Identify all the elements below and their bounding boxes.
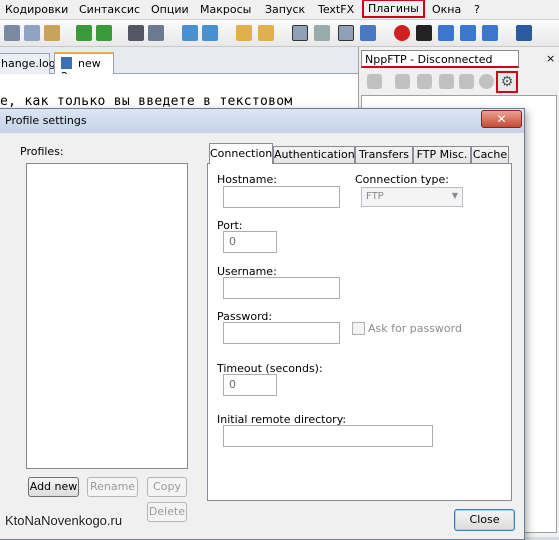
- menu-windows[interactable]: Окна: [432, 3, 461, 16]
- tab-transfers[interactable]: Transfers: [355, 146, 413, 164]
- profiles-label: Profiles:: [20, 145, 64, 158]
- tab-label: hange.log: [1, 57, 56, 70]
- tab-cache[interactable]: Cache: [471, 146, 509, 164]
- menu-textfx[interactable]: TextFX: [318, 3, 354, 16]
- copy-button[interactable]: Copy: [147, 477, 187, 497]
- stop-macro-icon[interactable]: [416, 25, 432, 41]
- indent-guide-icon[interactable]: [338, 25, 354, 41]
- menu-help[interactable]: ?: [474, 3, 480, 16]
- panel-icon[interactable]: [516, 25, 532, 41]
- connect-icon[interactable]: [367, 74, 382, 89]
- document-icon: [61, 57, 72, 69]
- record-macro-icon[interactable]: [394, 25, 410, 41]
- chevron-down-icon: ▼: [451, 191, 458, 200]
- download-icon[interactable]: [417, 74, 432, 89]
- play-macro-icon[interactable]: [438, 25, 454, 41]
- editor-text-line: е, как только вы введете в текстовом: [0, 94, 293, 109]
- dialog-close-icon[interactable]: ✕: [481, 110, 522, 128]
- menu-options[interactable]: Опции: [151, 3, 189, 16]
- find-icon[interactable]: [128, 25, 144, 41]
- upload-icon[interactable]: [395, 74, 410, 89]
- sync-v-icon[interactable]: [236, 25, 252, 41]
- settings-gear-icon[interactable]: ⚙: [496, 71, 518, 93]
- ask-password-label: Ask for password: [368, 322, 462, 335]
- hostname-label: Hostname:: [217, 173, 277, 186]
- replace-icon[interactable]: [148, 25, 164, 41]
- menu-bar: Кодировки Синтаксис Опции Макросы Запуск…: [0, 0, 559, 20]
- copy-icon[interactable]: [24, 25, 40, 41]
- paste-icon[interactable]: [44, 25, 60, 41]
- close-button[interactable]: Close: [454, 509, 515, 531]
- dialog-titlebar[interactable]: Profile settings ✕: [0, 109, 524, 133]
- tab-change-log[interactable]: hange.log: [0, 53, 56, 74]
- nppftp-toolbar: ⚙: [361, 70, 557, 94]
- connection-type-label: Connection type:: [355, 173, 450, 186]
- rename-button[interactable]: Rename: [87, 477, 138, 497]
- zoom-out-icon[interactable]: [202, 25, 218, 41]
- connection-type-value: FTP: [366, 191, 384, 202]
- abort-icon[interactable]: [479, 74, 494, 89]
- refresh-icon[interactable]: [459, 74, 474, 89]
- port-field[interactable]: 0: [223, 231, 277, 253]
- delete-button[interactable]: Delete: [147, 502, 187, 522]
- password-field[interactable]: [223, 322, 340, 344]
- menu-syntax[interactable]: Синтаксис: [79, 3, 140, 16]
- redo-icon[interactable]: [96, 25, 112, 41]
- nppftp-title: NppFTP - Disconnected: [361, 50, 519, 68]
- save-macro-icon[interactable]: [482, 25, 498, 41]
- sync-h-icon[interactable]: [258, 25, 274, 41]
- main-toolbar: [0, 20, 559, 47]
- panel-close-icon[interactable]: ×: [546, 52, 555, 65]
- tab-connection[interactable]: Connection: [209, 143, 273, 164]
- menu-run[interactable]: Запуск: [265, 3, 305, 16]
- zoom-in-icon[interactable]: [182, 25, 198, 41]
- tab-authentication[interactable]: Authentication: [273, 146, 355, 164]
- ask-password-checkbox[interactable]: [352, 322, 365, 335]
- tab-ftp-misc[interactable]: FTP Misc.: [413, 146, 471, 164]
- watermark-text: KtoNaNovenkogo.ru: [5, 513, 123, 528]
- profile-settings-dialog: Profile settings ✕ Profiles: Add new Ren…: [0, 108, 525, 540]
- connection-type-select[interactable]: FTP ▼: [361, 187, 463, 207]
- add-new-button[interactable]: Add new: [28, 477, 79, 497]
- initial-dir-field[interactable]: [223, 425, 433, 447]
- profiles-list[interactable]: [26, 163, 188, 469]
- doc-map-icon[interactable]: [360, 25, 376, 41]
- undo-icon[interactable]: [76, 25, 92, 41]
- menu-encoding[interactable]: Кодировки: [5, 3, 68, 16]
- run-macro-multiple-icon[interactable]: [460, 25, 476, 41]
- dialog-title: Profile settings: [5, 114, 87, 127]
- timeout-field[interactable]: 0: [223, 374, 277, 396]
- transfer-icon[interactable]: [439, 74, 454, 89]
- menu-macros[interactable]: Макросы: [200, 3, 251, 16]
- tab-new-2[interactable]: new 2: [54, 52, 114, 83]
- document-tabs: hange.log new 2: [0, 47, 358, 83]
- menu-plugins[interactable]: Плагины: [362, 0, 425, 18]
- hostname-field[interactable]: [223, 186, 340, 208]
- wrap-icon[interactable]: [292, 25, 308, 41]
- pilcrow-icon[interactable]: [314, 25, 330, 41]
- cut-icon[interactable]: [4, 25, 20, 41]
- username-field[interactable]: [223, 277, 340, 299]
